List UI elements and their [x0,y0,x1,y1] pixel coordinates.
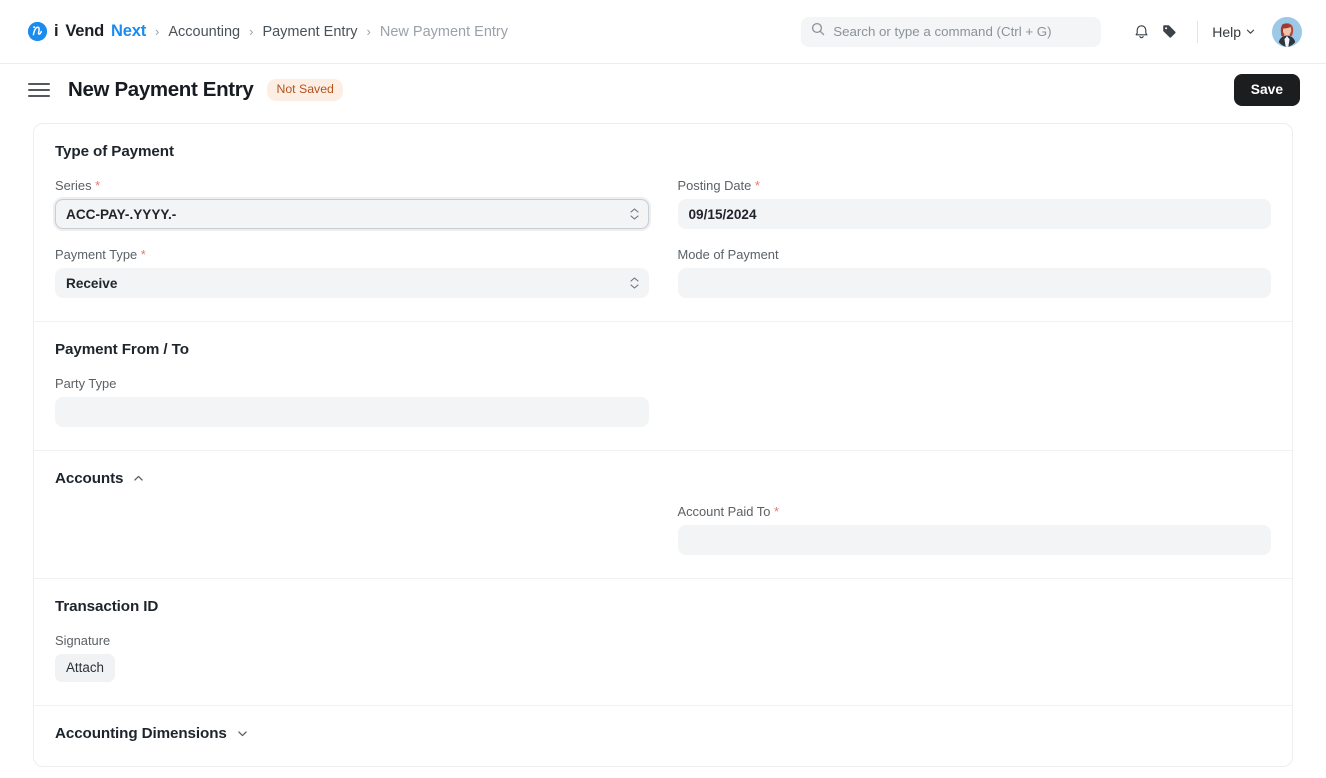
posting-date-input[interactable]: 09/15/2024 [677,199,1271,229]
hamburger-line-3 [28,95,50,97]
section-title-transaction-id: Transaction ID [55,598,158,615]
section-label: Transaction ID [55,598,159,615]
chevron-down-icon [1245,24,1256,40]
payment-type-value: Receive [66,275,118,291]
field-label-signature: Signature [55,633,649,648]
page-title: New Payment Entry [68,78,254,101]
label-text: Series [55,178,92,193]
field-posting-date: Posting Date * 09/15/2024 [677,178,1272,229]
empty-column [678,376,1272,427]
label-text: Signature [55,633,111,648]
breadcrumb-payment-entry[interactable]: Payment Entry [262,24,357,40]
posting-date-value: 09/15/2024 [688,206,757,222]
breadcrumb-separator-2: › [249,24,254,39]
navbar-divider [1197,20,1199,43]
label-text: Mode of Payment [677,247,779,262]
search-icon [811,22,825,41]
field-account-paid-to: Account Paid To * [677,504,1272,555]
section-label: Accounts [55,470,124,487]
type-of-payment-row-2: Payment Type * Receive Mode of Payment [55,247,1271,298]
section-accounting-dimensions: Accounting Dimensions [34,706,1292,766]
chevron-up-icon[interactable] [132,472,145,485]
select-spinner-icon [629,208,639,220]
field-label-payment-type: Payment Type * [55,247,649,262]
field-label-posting-date: Posting Date * [678,178,1272,193]
required-asterisk: * [140,247,146,262]
section-title-type-of-payment: Type of Payment [55,143,174,160]
label-text: Party Type [55,376,117,391]
brand-logo[interactable]: i Vend Next [28,22,146,41]
section-transaction-id: Transaction ID Signature Attach [34,579,1292,706]
breadcrumb-separator-3: › [366,24,371,39]
field-signature: Signature Attach [55,633,649,682]
navbar-right-group: Search or type a command (Ctrl + G) Help [801,16,1302,47]
brand-text-i: i [54,22,59,40]
section-payment-from-to: Payment From / To Party Type [34,322,1292,451]
hamburger-menu-icon[interactable] [28,81,50,99]
hamburger-line-1 [28,83,50,85]
payment-from-to-row-1: Party Type [55,376,1271,427]
type-of-payment-row-1: Series * ACC-PAY-.YYYY.- Posting Date * [55,178,1271,229]
required-asterisk: * [774,504,780,519]
section-title-accounting-dimensions[interactable]: Accounting Dimensions [55,725,249,742]
ivend-circle-logo-icon [28,22,47,41]
save-button[interactable]: Save [1233,74,1300,106]
field-party-type: Party Type [55,376,649,427]
search-input[interactable]: Search or type a command (Ctrl + G) [801,16,1102,47]
transaction-id-row-1: Signature Attach [55,633,1271,682]
section-label: Type of Payment [55,143,174,160]
label-text: Posting Date [677,178,752,193]
section-title-accounts[interactable]: Accounts [55,470,145,487]
help-label: Help [1212,23,1241,40]
brand-text-next: Next [111,22,146,40]
breadcrumb-separator-1: › [155,24,160,39]
required-asterisk: * [95,178,101,193]
payment-entry-form-card: Type of Payment Series * ACC-PAY-.YYYY.- [33,123,1293,767]
page-header: New Payment Entry Not Saved Save [0,64,1326,116]
empty-column [55,504,649,555]
chevron-down-icon[interactable] [236,727,249,740]
section-label: Payment From / To [55,341,189,358]
avatar[interactable] [1272,16,1302,47]
brand-text-vend: Vend [65,22,105,40]
required-asterisk: * [754,178,760,193]
accounts-row-1: Account Paid To * [55,504,1271,555]
help-menu[interactable]: Help [1212,24,1256,40]
field-series: Series * ACC-PAY-.YYYY.- [55,178,649,229]
select-spinner-icon [629,277,639,289]
top-navbar: i Vend Next › Accounting › Payment Entry ›… [0,0,1326,64]
field-label-account-paid-to: Account Paid To * [678,504,1272,519]
series-select[interactable]: ACC-PAY-.YYYY.- [55,199,649,229]
section-accounts: Accounts Account Paid To * [34,451,1292,579]
empty-column [678,633,1272,682]
attach-button[interactable]: Attach [55,654,115,682]
label-text: Payment Type [55,247,138,262]
field-label-party-type: Party Type [55,376,649,391]
party-type-input[interactable] [55,397,649,427]
section-type-of-payment: Type of Payment Series * ACC-PAY-.YYYY.- [34,124,1292,322]
section-label: Accounting Dimensions [55,725,227,742]
field-label-series: Series * [55,178,649,193]
label-text: Account Paid To [677,504,771,519]
tag-icon[interactable] [1155,18,1183,46]
field-mode-of-payment: Mode of Payment [677,247,1272,298]
account-paid-to-input[interactable] [677,525,1271,555]
mode-of-payment-input[interactable] [677,268,1271,298]
payment-type-select[interactable]: Receive [55,268,649,298]
breadcrumb-new-payment-entry: New Payment Entry [379,23,509,40]
status-badge: Not Saved [267,79,343,101]
bell-icon[interactable] [1127,18,1155,46]
field-payment-type: Payment Type * Receive [55,247,649,298]
series-value: ACC-PAY-.YYYY.- [66,206,177,222]
section-title-payment-from-to: Payment From / To [55,341,189,358]
breadcrumb-accounting[interactable]: Accounting [168,24,240,40]
hamburger-line-2 [28,89,50,91]
search-placeholder: Search or type a command (Ctrl + G) [833,24,1052,39]
field-label-mode-of-payment: Mode of Payment [678,247,1272,262]
